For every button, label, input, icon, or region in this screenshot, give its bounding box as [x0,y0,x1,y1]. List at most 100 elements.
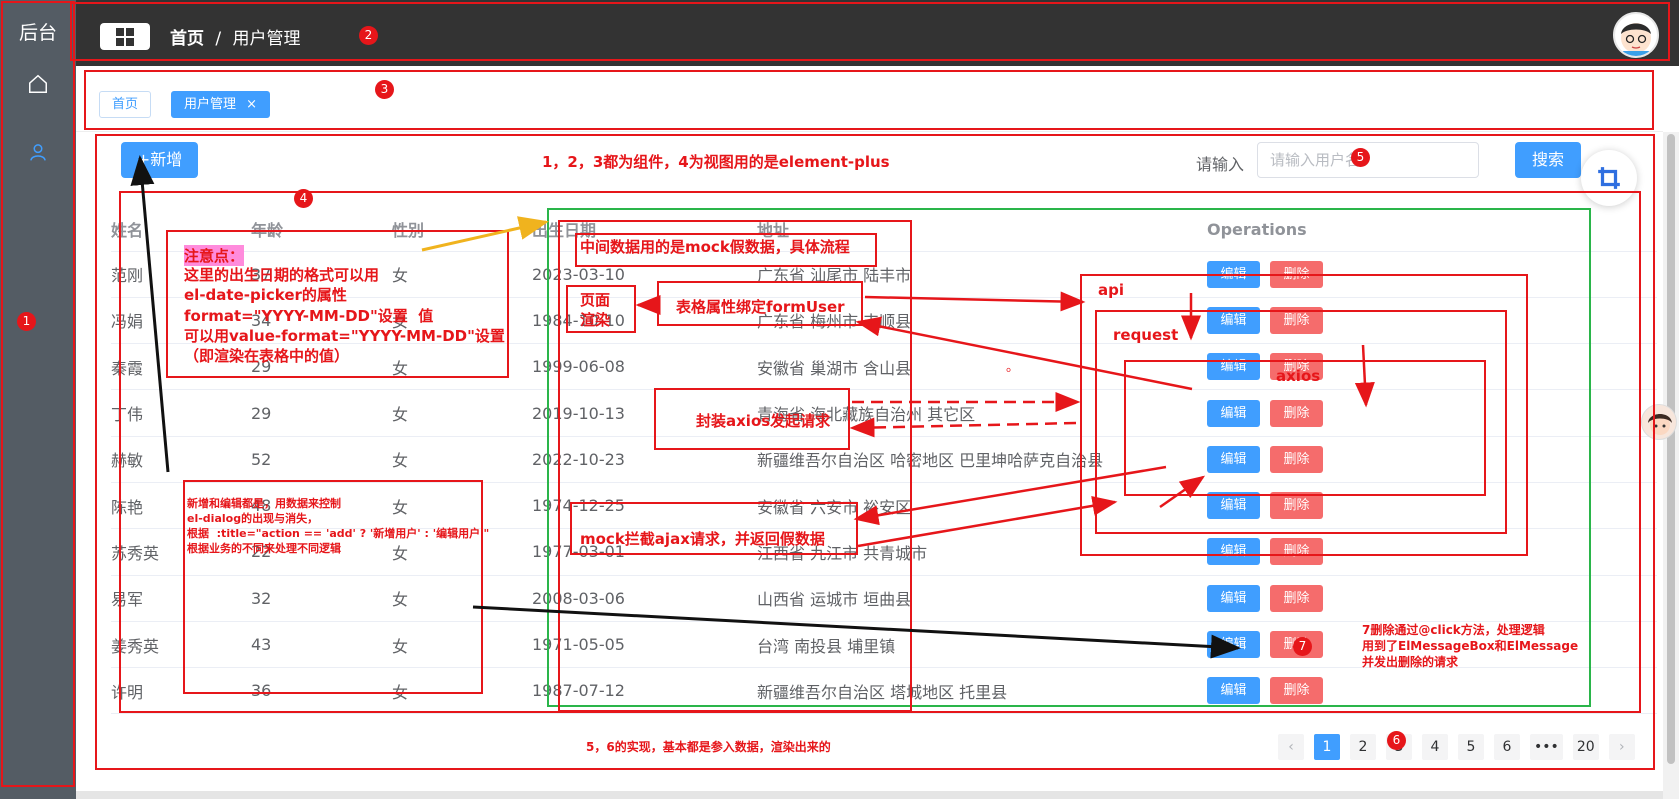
cell-operations: 编辑删除 [1207,575,1657,622]
cell-name: 丁伟 [111,389,251,437]
menu-toggle-button[interactable] [100,23,150,50]
edit-button[interactable]: 编辑 [1207,306,1260,334]
cell-age: 36 [251,667,392,715]
cell-sex: 女 [392,436,532,483]
cell-operations: 编辑删除 [1207,528,1657,576]
pagination: ‹123456•••20› [1278,734,1635,760]
cell-operations: 编辑删除 [1207,667,1657,715]
search-label: 请输入 [1196,155,1245,174]
note-table-bind: 表格属性绑定formUser [676,298,845,316]
cell-birth: 2022-10-23 [532,436,757,483]
edit-button[interactable]: 编辑 [1207,538,1260,566]
note-pager: 5，6的实现，基本都是参入数据，渲染出来的 [586,740,831,754]
close-icon[interactable]: × [246,97,257,112]
note-api: api [1098,281,1125,299]
user-icon[interactable] [22,136,54,168]
col-sex: 性别 [392,208,532,252]
scrollbar-thumb[interactable] [1667,134,1675,764]
col-operations: Operations [1207,208,1657,252]
home-icon[interactable] [22,68,54,100]
delete-button[interactable]: 删除 [1270,538,1323,566]
tag-bar: 首页 用户管理 × [76,66,1663,132]
cell-address: 山西省 运城市 垣曲县 [757,575,1207,622]
cell-age: 32 [251,575,392,622]
cell-address: 新疆维吾尔自治区 哈密地区 巴里坤哈萨克自治县 [757,436,1207,483]
note-components: 1，2，3都为组件，4为视图用的是element-plus [542,153,890,171]
sidebar: 后台 [0,0,76,799]
note-dot: 。 [1006,360,1020,375]
main-content: +新增 请输入 搜索 姓名 年龄 性别 出生日期 地址 Operations 范… [76,132,1663,799]
edit-button[interactable]: 编辑 [1207,399,1260,427]
delete-button[interactable]: 删除 [1270,260,1323,288]
cell-age: 29 [251,389,392,437]
pager-more-button[interactable]: ••• [1530,734,1563,760]
delete-button[interactable]: 删除 [1270,306,1323,334]
breadcrumb-separator: / [215,29,222,49]
edit-button[interactable]: 编辑 [1207,631,1260,659]
sidebar-logo: 后台 [18,22,57,44]
marker-6: 6 [1387,731,1406,750]
crop-icon[interactable] [1581,150,1637,206]
note-attention-title: 注意点： [184,245,245,266]
pager-prev-button[interactable]: ‹ [1278,734,1304,760]
cell-address: 安徽省 巢湖市 含山县 [757,343,1207,391]
cell-sex: 女 [392,575,532,622]
pager-page[interactable]: 6 [1494,734,1520,760]
delete-button[interactable]: 删除 [1270,492,1323,520]
avatar[interactable] [1613,12,1659,58]
cell-birth: 2008-03-06 [532,575,757,622]
cell-sex: 女 [392,621,532,669]
vertical-scrollbar[interactable] [1663,132,1679,799]
breadcrumb: 首页 / 用户管理 [170,24,301,49]
delete-button[interactable]: 删除 [1270,399,1323,427]
cell-operations: 编辑删除 [1207,343,1657,391]
tag-user-label: 用户管理 [184,97,237,112]
tag-user-management[interactable]: 用户管理 × [171,91,271,118]
edit-button[interactable]: 编辑 [1207,492,1260,520]
cell-address: 广东省 汕尾市 陆丰市 [757,251,1207,298]
note-mock-intercept: mock拦截ajax请求，并返回假数据 [580,530,825,548]
delete-button[interactable]: 删除 [1270,584,1323,612]
delete-button[interactable]: 删除 [1270,445,1323,473]
pager-page[interactable]: 1 [1314,734,1340,760]
cell-birth: 2023-03-10 [532,251,757,298]
note-delete: 7删除通过@click方法，处理逻辑 用到了ElMessageBox和ElMes… [1362,623,1579,670]
note-axios-wrap: 封装axios发起请求 [696,412,831,430]
horizontal-scrollbar[interactable] [76,791,1663,799]
edit-button[interactable]: 编辑 [1207,353,1260,381]
marker-4: 4 [294,189,313,208]
table-header: 姓名 年龄 性别 出生日期 地址 Operations [111,208,1657,252]
edit-button[interactable]: 编辑 [1207,677,1260,705]
grid-icon [116,27,134,46]
breadcrumb-current: 用户管理 [232,29,301,49]
cell-birth: 1999-06-08 [532,343,757,391]
pager-page[interactable]: 20 [1572,734,1599,760]
cell-operations: 编辑删除 [1207,297,1657,345]
edit-button[interactable]: 编辑 [1207,260,1260,288]
search-button[interactable]: 搜索 [1515,142,1581,178]
delete-button[interactable]: 删除 [1270,677,1323,705]
marker-7: 7 [1293,637,1312,656]
tag-home[interactable]: 首页 [99,91,152,118]
pager-page[interactable]: 4 [1422,734,1448,760]
marker-1: 1 [17,312,36,331]
add-user-button[interactable]: +新增 [121,142,198,178]
cell-address: 安徽省 六安市 裕安区 [757,482,1207,530]
note-attention-body: 这里的出生日期的格式可以用 el-date-picker的属性 format="… [184,266,505,365]
cell-age: 52 [251,436,392,483]
pager-next-button[interactable]: › [1608,734,1635,760]
edit-button[interactable]: 编辑 [1207,584,1260,612]
edit-button[interactable]: 编辑 [1207,445,1260,473]
breadcrumb-home[interactable]: 首页 [170,29,204,49]
table-row: 丁伟 29 女 2019-10-13 青海省 海北藏族自治州 其它区 编辑 删除 [111,389,1657,437]
col-age: 年龄 [251,208,392,252]
pager-page[interactable]: 2 [1350,734,1376,760]
cell-operations: 编辑删除 [1207,251,1657,298]
cell-operations: 编辑删除 [1207,389,1657,437]
marker-2: 2 [359,26,378,45]
app-root: 后台 首页 / 用户管理 首页 用户管理 × +新增 请输入 搜索 [0,0,1679,799]
pager-page[interactable]: 5 [1458,734,1484,760]
cell-address: 台湾 南投县 埔里镇 [757,621,1207,669]
note-axios: axios [1276,367,1321,385]
assistant-avatar[interactable] [1641,404,1677,440]
